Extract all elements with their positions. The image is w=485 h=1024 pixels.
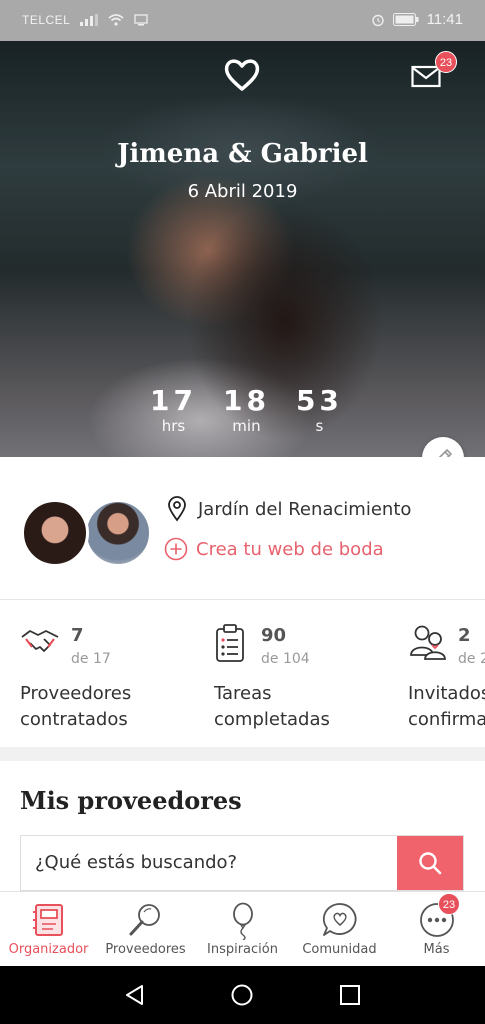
magnifier-icon <box>129 904 160 936</box>
stat-guests-value: 2 <box>458 625 471 646</box>
section-divider <box>0 747 485 761</box>
countdown-hours: 17 hrs <box>150 384 197 436</box>
wedding-info: Jardín del Renacimiento Crea tu web de b… <box>0 457 485 600</box>
countdown-minutes: 18 min <box>222 384 270 436</box>
carrier-label: TELCEL <box>22 13 71 27</box>
venue-row[interactable]: Jardín del Renacimiento <box>166 496 411 522</box>
stat-providers-label-line1: Proveedores <box>20 683 132 704</box>
nav-more[interactable]: Más <box>388 892 485 967</box>
home-icon[interactable] <box>230 983 254 1007</box>
clock-time: 11:41 <box>426 11 463 28</box>
search-icon <box>419 852 442 875</box>
alarm-icon <box>371 14 384 26</box>
search-input[interactable]: ¿Qué estás buscando? <box>35 852 237 873</box>
stat-tasks-label-line2: completadas <box>214 709 330 730</box>
cast-icon <box>134 14 149 26</box>
nav-organizer[interactable]: Organizador <box>0 892 97 967</box>
checklist-icon <box>216 624 244 662</box>
battery-icon <box>392 13 419 26</box>
provider-search: ¿Qué estás buscando? <box>20 835 464 891</box>
stat-guests-total: de 2 <box>458 651 485 667</box>
chat-heart-icon <box>322 903 357 936</box>
stat-tasks-value: 90 <box>261 625 287 646</box>
nav-more-label: Más <box>423 942 450 957</box>
create-website-label: Crea tu web de boda <box>196 538 384 560</box>
stat-providers-label: Proveedores contratados <box>20 681 131 733</box>
venue-name: Jardín del Renacimiento <box>198 498 412 520</box>
stat-guests-label: Invitados confirmados <box>408 681 485 733</box>
countdown: 17 hrs 18 min 53 s <box>150 384 343 436</box>
countdown-seconds-value: 53 <box>295 384 343 417</box>
stat-providers-label-line2: contratados <box>20 709 128 730</box>
search-button[interactable] <box>397 836 463 890</box>
planner-icon <box>33 904 63 936</box>
countdown-seconds: 53 s <box>295 384 343 436</box>
location-pin-icon <box>168 496 186 522</box>
nav-organizer-label: Organizador <box>8 942 89 957</box>
balloon-icon <box>233 902 253 940</box>
stats-row: 7 de 17 Proveedores contratados 90 de 10… <box>0 601 485 747</box>
nav-community-label: Comunidad <box>302 942 377 957</box>
system-navigation-bar <box>0 966 485 1024</box>
avatar-bride[interactable] <box>21 499 89 567</box>
stat-tasks-label-line1: Tareas <box>214 683 272 704</box>
wifi-icon <box>108 14 124 26</box>
stat-tasks-label: Tareas completadas <box>214 681 330 733</box>
countdown-minutes-label: min <box>232 417 261 435</box>
countdown-minutes-value: 18 <box>222 384 270 417</box>
providers-title: Mis proveedores <box>20 786 242 815</box>
create-website-link[interactable]: Crea tu web de boda <box>164 537 384 561</box>
add-circle-icon <box>164 537 188 561</box>
bottom-navigation: Organizador Proveedores Inspiración Comu… <box>0 891 485 966</box>
handshake-icon <box>21 630 59 652</box>
countdown-seconds-label: s <box>315 417 324 435</box>
guests-icon <box>410 625 446 660</box>
status-bar: TELCEL 11:41 <box>0 0 485 41</box>
mail-badge: 23 <box>435 51 457 73</box>
heart-logo-icon <box>224 59 260 91</box>
wedding-date: 6 Abril 2019 <box>187 181 298 202</box>
countdown-hours-label: hrs <box>161 417 186 435</box>
countdown-hours-value: 17 <box>150 384 197 417</box>
recent-apps-icon[interactable] <box>339 984 361 1006</box>
stat-tasks-total: de 104 <box>261 651 310 667</box>
stat-providers-value: 7 <box>71 625 84 646</box>
nav-providers[interactable]: Proveedores <box>97 892 194 967</box>
couple-names: Jimena & Gabriel <box>117 139 368 169</box>
nav-inspiration[interactable]: Inspiración <box>194 892 291 967</box>
nav-community[interactable]: Comunidad <box>291 892 388 967</box>
signal-icon <box>80 14 99 26</box>
nav-providers-label: Proveedores <box>105 942 186 957</box>
nav-inspiration-label: Inspiración <box>207 942 278 957</box>
back-icon[interactable] <box>123 983 147 1007</box>
avatar-groom[interactable] <box>84 499 152 567</box>
stat-guests-label-line1: Invitados <box>408 683 485 704</box>
stat-guests-label-line2: confirmados <box>408 709 485 730</box>
couple-header: 23 Jimena & Gabriel 6 Abril 2019 17 hrs … <box>0 41 485 457</box>
stat-providers-total: de 17 <box>71 651 111 667</box>
more-badge: 23 <box>438 893 460 915</box>
